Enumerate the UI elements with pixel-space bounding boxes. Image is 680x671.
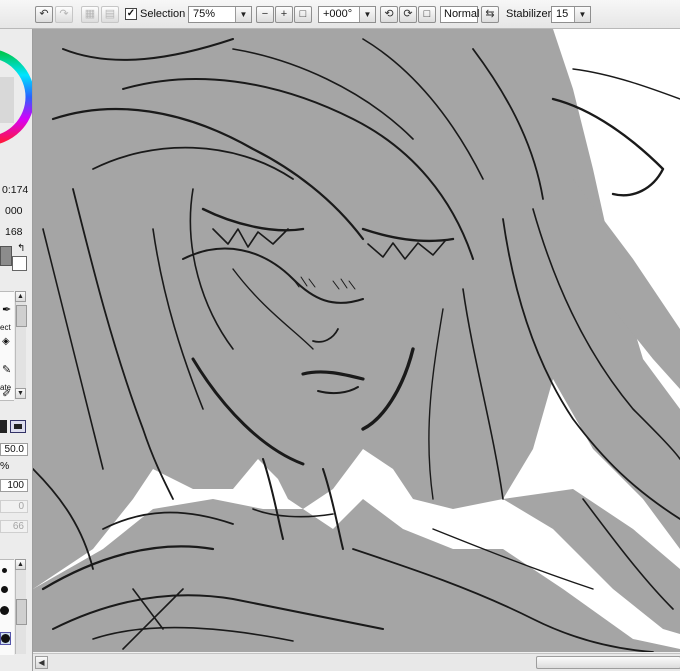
tool-label-rotate: ate	[0, 383, 12, 392]
tool-scroll-up-button[interactable]: ▲	[15, 291, 26, 302]
flip-view-button[interactable]: ⇆	[481, 6, 499, 23]
density-field[interactable]: 100	[0, 479, 28, 492]
brush-size-dot[interactable]	[2, 568, 7, 573]
deselect-icon: ▦	[84, 8, 96, 20]
selection-checkbox[interactable]: ✓	[125, 8, 137, 20]
minus-icon: −	[261, 8, 269, 20]
square-icon: □	[299, 8, 307, 20]
rotate-left-icon: ⟲	[384, 8, 394, 20]
brush-size-list	[0, 559, 14, 655]
tool-scroll-thumb[interactable]	[16, 305, 27, 327]
brush-scroll-thumb[interactable]	[16, 599, 27, 625]
rotate-right-button[interactable]: ⟳	[399, 6, 417, 23]
zoom-out-button[interactable]: −	[256, 6, 274, 23]
view-mode-select[interactable]: Normal	[440, 6, 480, 23]
zoom-in-button[interactable]: +	[275, 6, 293, 23]
rotate-right-icon: ⟳	[403, 8, 413, 20]
line-art-drawing	[33, 29, 680, 652]
invert-selection-icon: ▤	[104, 8, 116, 20]
size-percent-label: %	[0, 460, 10, 472]
flip-icon: ⇆	[485, 8, 495, 20]
left-tool-panel: 0:174 000 168 ↰ ✒ ◈ ✎ ✐ ect ate ▲ ▼ 50.0…	[0, 29, 33, 671]
brush-tool-icon[interactable]: ✎	[2, 363, 11, 376]
horizontal-scroll-thumb[interactable]	[536, 656, 680, 669]
primary-color-swatch[interactable]	[0, 246, 12, 266]
pen-tool-icon[interactable]: ✒	[2, 303, 11, 316]
stabilizer-select[interactable]: 15 ▼	[551, 6, 591, 23]
top-toolbar: ↶ ↷ ▦ ▤ ✓ Selection 75% ▼ − + □ +000° ▼ …	[0, 0, 680, 29]
undo-icon: ↶	[39, 8, 49, 20]
rotation-dropdown-icon: ▼	[359, 7, 375, 22]
brush-size-dot-selected[interactable]	[0, 632, 11, 645]
hsv-readout-2: 000	[5, 205, 23, 217]
plus-icon: +	[280, 8, 288, 20]
min-density-field[interactable]: 66	[0, 520, 28, 533]
view-mode-value: Normal	[444, 8, 480, 20]
undo-button[interactable]: ↶	[35, 6, 53, 23]
redo-button[interactable]: ↷	[55, 6, 73, 23]
stabilizer-label: Stabilizer	[506, 8, 552, 20]
rotation-select[interactable]: +000° ▼	[318, 6, 376, 23]
deselect-button[interactable]: ▦	[81, 6, 99, 23]
brush-size-scrollbar[interactable]: ▲	[15, 559, 27, 654]
tool-label-select: ect	[0, 323, 11, 332]
stabilizer-dropdown-icon: ▼	[574, 7, 590, 22]
selection-pen-icon[interactable]: ◈	[2, 336, 10, 347]
hsv-readout-3: 168	[5, 226, 23, 238]
brush-shape-option-selected[interactable]	[10, 420, 26, 433]
horizontal-scrollbar[interactable]: ◀	[33, 653, 680, 671]
brush-size-dot[interactable]	[1, 586, 8, 593]
brush-scroll-up-button[interactable]: ▲	[15, 559, 26, 570]
hsv-readout-1: 0:174	[2, 184, 29, 196]
rotate-reset-button[interactable]: □	[418, 6, 436, 23]
tool-list-scrollbar[interactable]: ▲ ▼	[15, 291, 27, 399]
swap-colors-icon[interactable]: ↰	[17, 243, 25, 254]
brush-size-field[interactable]: 50.0	[0, 443, 28, 456]
rotate-left-button[interactable]: ⟲	[380, 6, 398, 23]
min-size-field[interactable]: 0	[0, 500, 28, 513]
zoom-dropdown-icon: ▼	[235, 7, 251, 22]
tool-scroll-down-button[interactable]: ▼	[15, 388, 26, 399]
color-wheel[interactable]	[0, 29, 32, 159]
secondary-color-swatch[interactable]	[12, 256, 27, 271]
zoom-value: 75%	[193, 8, 216, 20]
square-icon: □	[423, 8, 431, 20]
zoom-reset-button[interactable]: □	[294, 6, 312, 23]
drawing-canvas[interactable]	[33, 29, 680, 652]
scroll-left-button[interactable]: ◀	[35, 656, 48, 669]
invert-selection-button[interactable]: ▤	[101, 6, 119, 23]
brush-size-dot[interactable]	[0, 606, 9, 615]
redo-icon: ↷	[59, 8, 69, 20]
selection-label: Selection	[140, 8, 186, 20]
rotation-value: +000°	[323, 8, 353, 20]
brush-shape-option[interactable]	[0, 420, 7, 433]
zoom-select[interactable]: 75% ▼	[188, 6, 252, 23]
stabilizer-value: 15	[556, 8, 569, 20]
